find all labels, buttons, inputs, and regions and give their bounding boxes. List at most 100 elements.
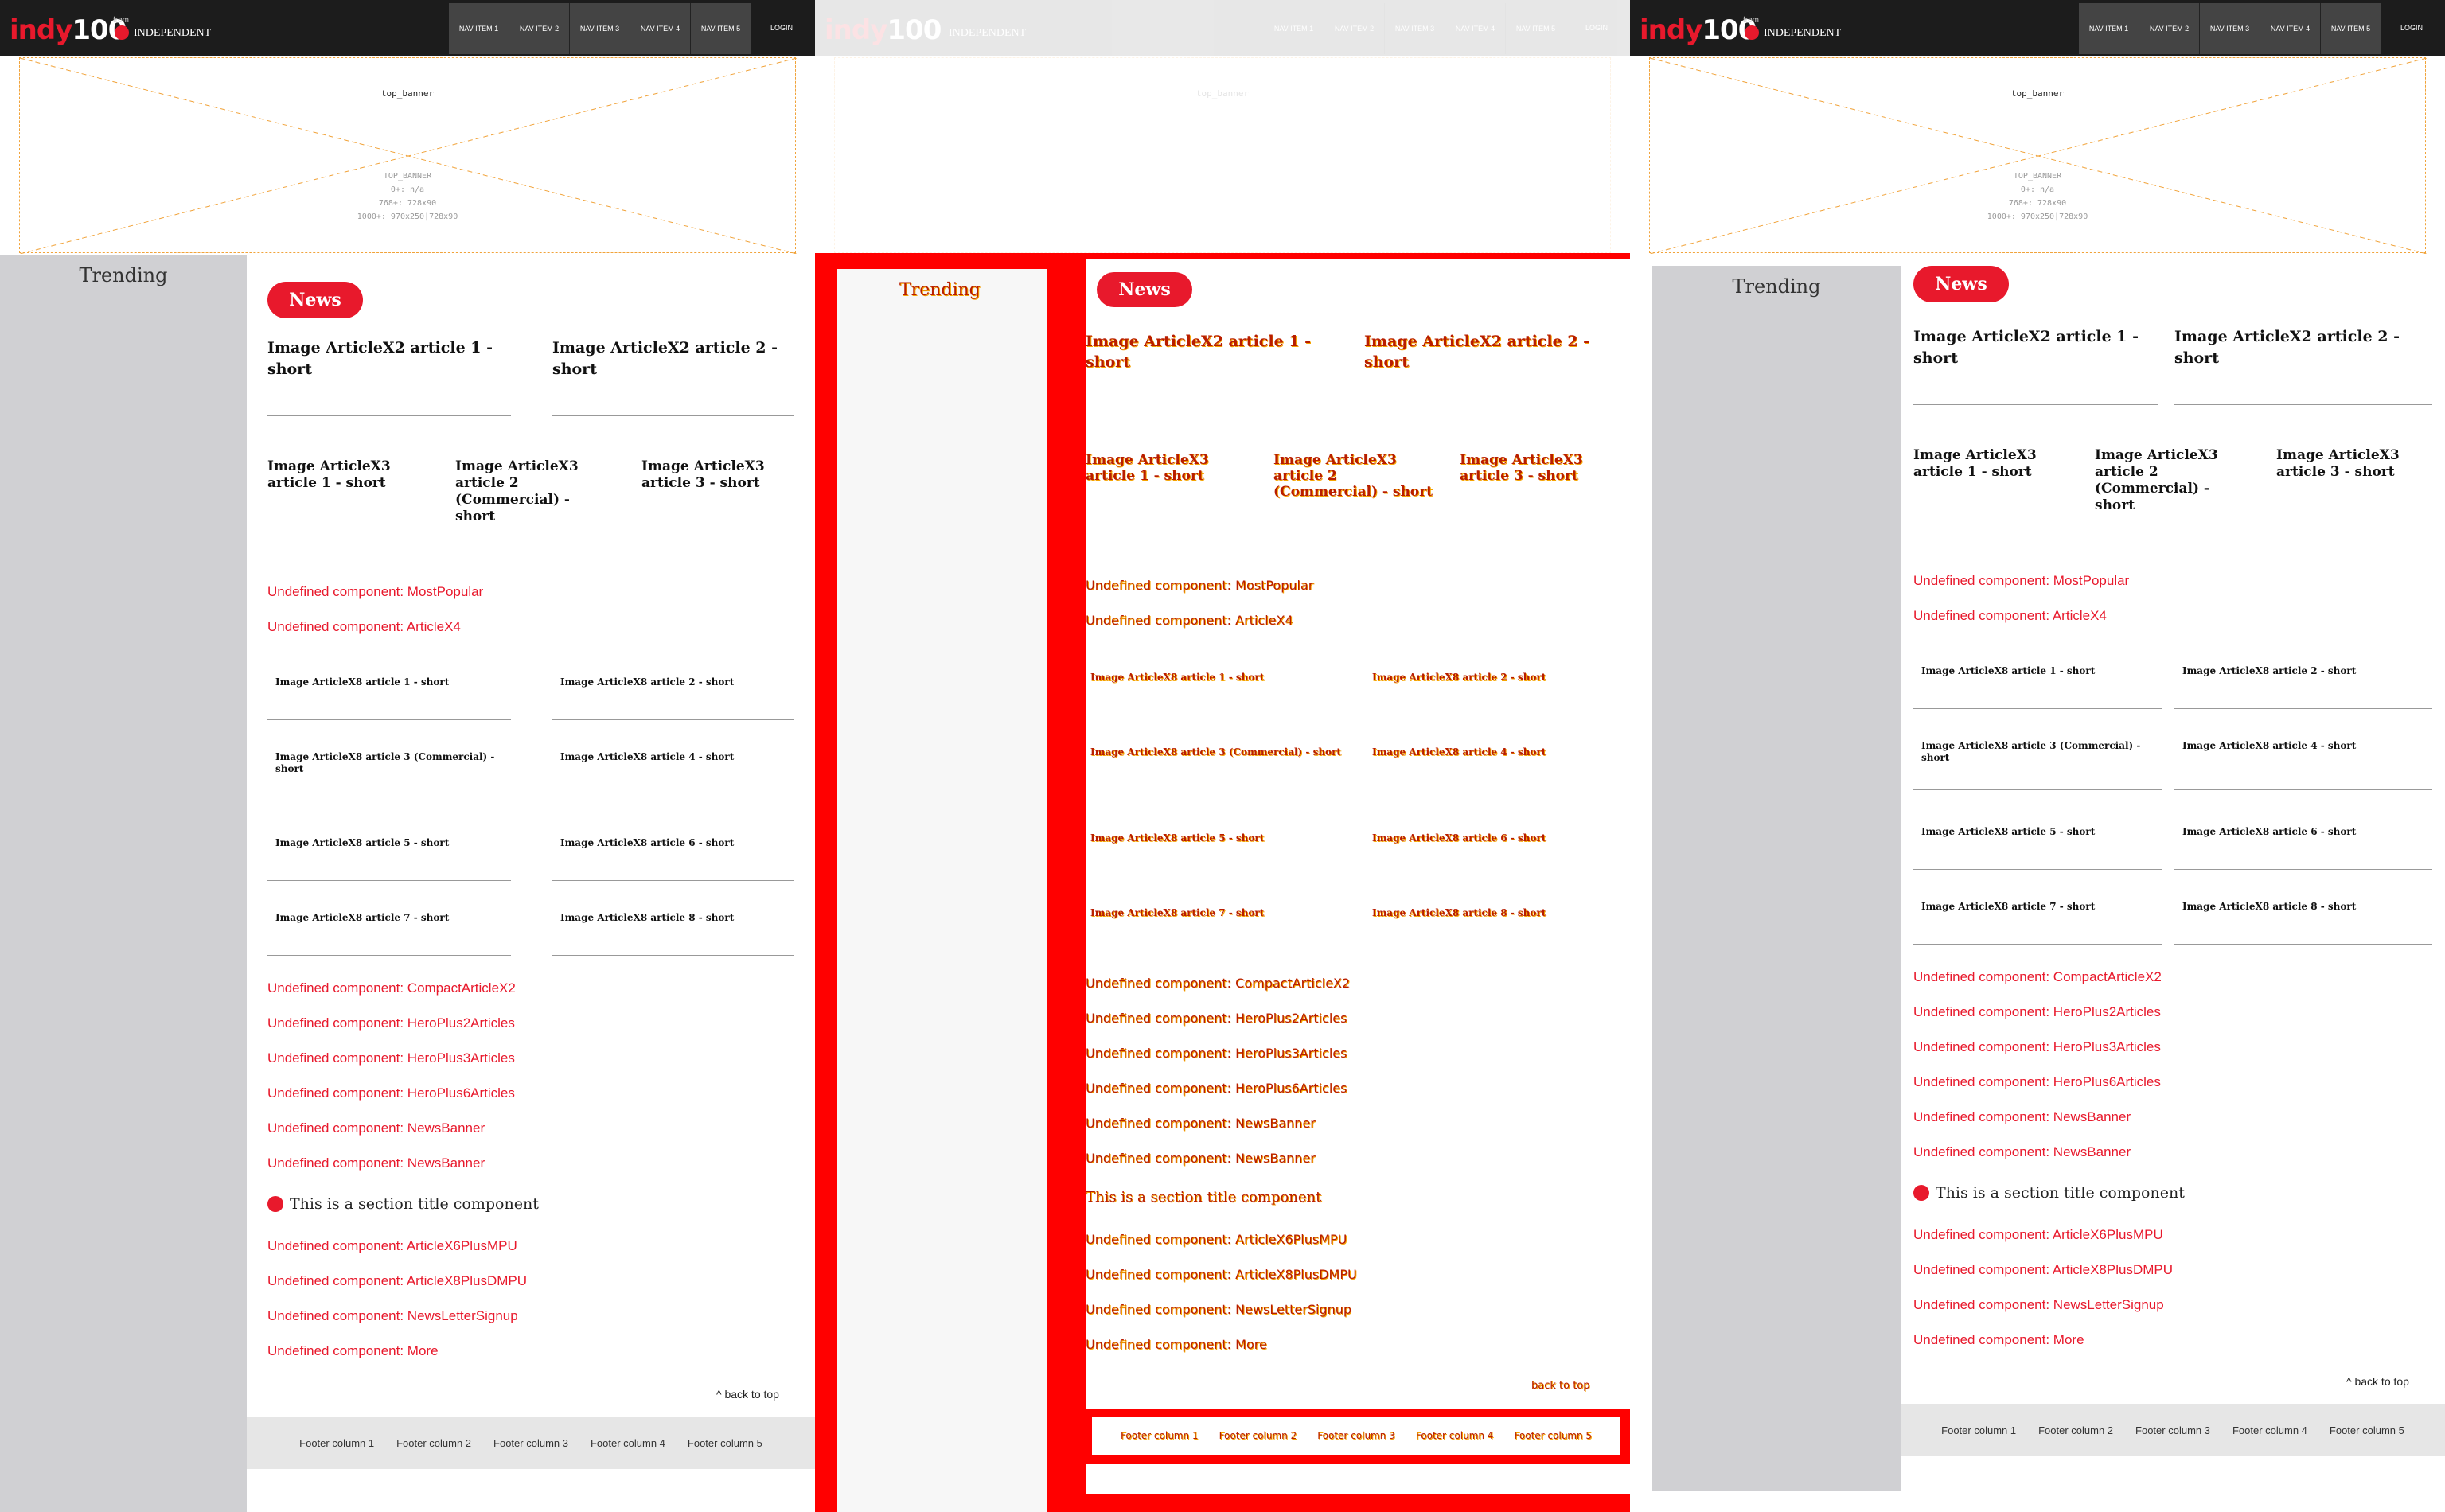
article-x8-4[interactable]: Image ArticleX8 article 4 - short [2174, 740, 2432, 790]
footer-column-1[interactable]: Footer column 1 [1941, 1424, 2016, 1436]
nav-item-5[interactable]: NAV ITEM 5 [1506, 3, 1566, 54]
article-x3-1[interactable]: Image ArticleX3 article 1 - short [1913, 447, 2061, 548]
article-x8-8[interactable]: Image ArticleX8 article 8 - short [552, 912, 794, 956]
article-x8-7[interactable]: Image ArticleX8 article 7 - short [1090, 907, 1345, 918]
footer: Footer column 1 Footer column 2 Footer c… [1092, 1417, 1620, 1455]
article-x8-8[interactable]: Image ArticleX8 article 8 - short [1372, 907, 1627, 918]
article-title: Image ArticleX3 article 3 - short [2276, 447, 2400, 480]
nav-item-3[interactable]: NAV ITEM 3 [2200, 3, 2260, 54]
footer: Footer column 1 Footer column 2 Footer c… [247, 1417, 815, 1469]
nav-item-5[interactable]: NAV ITEM 5 [2321, 3, 2381, 54]
back-to-top-link[interactable]: ^ back to top [716, 1388, 779, 1401]
article-x2-2[interactable]: Image ArticleX2 article 2 - short [1364, 331, 1619, 372]
article-x8-5[interactable]: Image ArticleX8 article 5 - short [1913, 826, 2162, 870]
article-x3-3[interactable]: Image ArticleX3 article 3 - short [641, 458, 796, 559]
indy100-logo[interactable]: indy100 [10, 14, 127, 46]
independent-logo-text: INDEPENDENT [134, 27, 212, 39]
article-divider [2174, 404, 2432, 405]
news-pill[interactable]: News [267, 282, 363, 318]
article-x8-5[interactable]: Image ArticleX8 article 5 - short [267, 837, 511, 881]
nav-item-1[interactable]: NAV ITEM 1 [1264, 3, 1324, 54]
article-x8-8[interactable]: Image ArticleX8 article 8 - short [2174, 901, 2432, 945]
login-link[interactable]: LOGIN [2400, 24, 2423, 32]
chevron-up-icon: ^ [2346, 1375, 2355, 1388]
brand-number: 100 [887, 14, 942, 46]
footer-column-4[interactable]: Footer column 4 [1416, 1430, 1494, 1441]
article-x8-4[interactable]: Image ArticleX8 article 4 - short [1372, 746, 1627, 758]
footer-column-5[interactable]: Footer column 5 [1514, 1430, 1592, 1441]
footer-column-4[interactable]: Footer column 4 [591, 1437, 665, 1449]
nav-item-5[interactable]: NAV ITEM 5 [691, 3, 751, 54]
nav-item-3[interactable]: NAV ITEM 3 [1385, 3, 1445, 54]
article-x8-2[interactable]: Image ArticleX8 article 2 - short [552, 676, 794, 720]
article-x3-2[interactable]: Image ArticleX3 article 2 (Commercial) -… [2095, 447, 2243, 548]
nav-item-4[interactable]: NAV ITEM 4 [1445, 3, 1506, 54]
indy100-logo[interactable]: indy100 [1640, 14, 1757, 46]
nav-item-2[interactable]: NAV ITEM 2 [2139, 3, 2200, 54]
nav-item-4[interactable]: NAV ITEM 4 [2260, 3, 2321, 54]
article-x8-4[interactable]: Image ArticleX8 article 4 - short [552, 751, 794, 801]
article-x8-7[interactable]: Image ArticleX8 article 7 - short [267, 912, 511, 956]
article-x8-3[interactable]: Image ArticleX8 article 3 (Commercial) -… [267, 751, 511, 801]
article-x3-3[interactable]: Image ArticleX3 article 3 - short [2276, 447, 2432, 548]
article-x3-1[interactable]: Image ArticleX3 article 1 - short [267, 458, 422, 559]
news-pill[interactable]: News [1913, 266, 2009, 302]
indy100-logo[interactable]: indy100 [825, 14, 942, 46]
article-x8-1[interactable]: Image ArticleX8 article 1 - short [267, 676, 511, 720]
footer-column-2[interactable]: Footer column 2 [2038, 1424, 2113, 1436]
brand-text: indy [10, 14, 72, 46]
footer-column-3[interactable]: Footer column 3 [2135, 1424, 2210, 1436]
banner-info-line: TOP_BANNER [2013, 172, 2062, 181]
article-x2-1[interactable]: Image ArticleX2 article 1 - short [267, 337, 511, 416]
layout-panel-2-debug: indy100 INDEPENDENT NAV ITEM 1 NAV ITEM … [815, 0, 1630, 1512]
footer-column-5[interactable]: Footer column 5 [2330, 1424, 2404, 1436]
article-x8-6[interactable]: Image ArticleX8 article 6 - short [552, 837, 794, 881]
footer-column-1[interactable]: Footer column 1 [1121, 1430, 1199, 1441]
article-x8-2[interactable]: Image ArticleX8 article 2 - short [2174, 665, 2432, 709]
article-divider [2174, 944, 2432, 945]
article-x8-7[interactable]: Image ArticleX8 article 7 - short [1913, 901, 2162, 945]
article-x3-3[interactable]: Image ArticleX3 article 3 - short [1460, 452, 1619, 484]
article-x8-1[interactable]: Image ArticleX8 article 1 - short [1090, 672, 1345, 683]
footer-column-3[interactable]: Footer column 3 [493, 1437, 568, 1449]
article-divider [1913, 944, 2162, 945]
footer-column-4[interactable]: Footer column 4 [2232, 1424, 2307, 1436]
trending-sidebar: Trending [0, 255, 247, 1512]
nav-bar: NAV ITEM 1 NAV ITEM 2 NAV ITEM 3 NAV ITE… [449, 3, 751, 54]
article-x8-5[interactable]: Image ArticleX8 article 5 - short [1090, 832, 1345, 844]
nav-item-2[interactable]: NAV ITEM 2 [509, 3, 570, 54]
top-banner-placeholder: top_banner [834, 57, 1611, 253]
undefined-component: Undefined component: NewsBanner [267, 1155, 485, 1171]
article-x8-1[interactable]: Image ArticleX8 article 1 - short [1913, 665, 2162, 709]
article-x3-1[interactable]: Image ArticleX3 article 1 - short [1086, 452, 1245, 484]
footer-column-2[interactable]: Footer column 2 [1219, 1430, 1297, 1441]
login-link[interactable]: LOGIN [1585, 24, 1608, 32]
back-to-top-link[interactable]: ^ back to top [2346, 1375, 2409, 1388]
article-title: Image ArticleX8 article 2 - short [2182, 665, 2357, 676]
article-x2-1[interactable]: Image ArticleX2 article 1 - short [1086, 331, 1340, 372]
article-x8-3[interactable]: Image ArticleX8 article 3 (Commercial) -… [1913, 740, 2162, 790]
article-x8-3[interactable]: Image ArticleX8 article 3 (Commercial) -… [1090, 746, 1345, 758]
news-pill[interactable]: News [1097, 272, 1192, 307]
footer-column-3[interactable]: Footer column 3 [1317, 1430, 1395, 1441]
footer-column-5[interactable]: Footer column 5 [688, 1437, 762, 1449]
article-x3-2[interactable]: Image ArticleX3 article 2 (Commercial) -… [1273, 452, 1433, 500]
footer-column-2[interactable]: Footer column 2 [396, 1437, 471, 1449]
login-link[interactable]: LOGIN [770, 24, 793, 32]
nav-item-4[interactable]: NAV ITEM 4 [630, 3, 691, 54]
article-x8-6[interactable]: Image ArticleX8 article 6 - short [1372, 832, 1627, 844]
chevron-up-icon: ^ [716, 1388, 725, 1401]
article-x3-2[interactable]: Image ArticleX3 article 2 (Commercial) -… [455, 458, 610, 559]
back-to-top-link[interactable]: back to top [1531, 1380, 1590, 1392]
footer-column-1[interactable]: Footer column 1 [299, 1437, 374, 1449]
nav-item-2[interactable]: NAV ITEM 2 [1324, 3, 1385, 54]
nav-item-1[interactable]: NAV ITEM 1 [449, 3, 509, 54]
nav-item-3[interactable]: NAV ITEM 3 [570, 3, 630, 54]
article-x8-2[interactable]: Image ArticleX8 article 2 - short [1372, 672, 1627, 683]
article-x2-1[interactable]: Image ArticleX2 article 1 - short [1913, 326, 2158, 405]
article-x2-2[interactable]: Image ArticleX2 article 2 - short [552, 337, 794, 416]
undefined-component: Undefined component: ArticleX4 [1913, 608, 2107, 623]
nav-item-1[interactable]: NAV ITEM 1 [2079, 3, 2139, 54]
article-x8-6[interactable]: Image ArticleX8 article 6 - short [2174, 826, 2432, 870]
article-x2-2[interactable]: Image ArticleX2 article 2 - short [2174, 326, 2432, 405]
